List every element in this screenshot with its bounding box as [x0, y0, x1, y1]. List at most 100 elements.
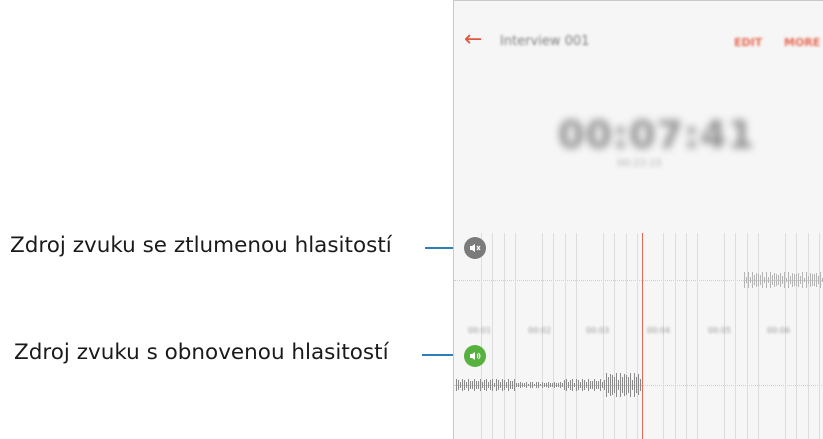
waveform-bar — [510, 380, 511, 390]
waveform-bar — [464, 380, 465, 390]
waveform-bar — [482, 381, 483, 389]
waveform-bar — [538, 382, 539, 388]
waveform-bar — [748, 272, 749, 288]
waveform-bar — [492, 379, 493, 391]
back-arrow-icon[interactable]: ← — [464, 29, 486, 51]
waveform-bar — [638, 374, 639, 396]
waveform-bar — [506, 381, 507, 389]
waveform-bar — [548, 382, 549, 388]
waveform-bar — [818, 276, 819, 284]
grid-line — [542, 233, 543, 439]
edit-button[interactable]: EDIT — [734, 36, 762, 49]
waveform-bar — [600, 379, 601, 391]
waveform-bar — [810, 272, 811, 288]
waveform-bar — [522, 383, 523, 387]
speaker-on-icon[interactable] — [464, 345, 486, 367]
waveform-bar — [494, 382, 495, 388]
waveform-bar — [554, 382, 555, 388]
waveform-bar — [788, 272, 789, 288]
waveform-bar — [512, 381, 513, 389]
waveform-bar — [618, 379, 619, 391]
time-tick: 00:05 — [708, 326, 732, 335]
waveform-bar — [460, 382, 461, 388]
waveform-bar — [806, 272, 807, 288]
waveform-bar — [778, 274, 779, 286]
grid-line — [796, 233, 797, 439]
waveform-bar — [780, 272, 781, 288]
waveform-bar — [568, 382, 569, 388]
waveform-bar — [486, 379, 487, 391]
waveform-bar — [520, 382, 521, 388]
grid-line — [553, 233, 554, 439]
waveform-area[interactable] — [454, 233, 823, 439]
grid-line — [626, 233, 627, 439]
time-tick: 00:03 — [586, 326, 610, 335]
waveform-bar — [626, 374, 627, 396]
waveform-bar — [786, 277, 787, 283]
grid-line — [758, 233, 759, 439]
waveform-bar — [808, 275, 809, 285]
waveform-bar — [802, 272, 803, 288]
grid-line — [492, 233, 493, 439]
speaker-muted-icon[interactable] — [464, 237, 486, 259]
waveform-bar — [566, 379, 567, 391]
grid-line — [785, 233, 786, 439]
waveform-bar — [472, 381, 473, 389]
more-button[interactable]: MORE — [784, 36, 820, 49]
waveform-bar — [516, 383, 517, 387]
waveform-bar — [770, 272, 771, 288]
waveform-bar — [814, 274, 815, 286]
waveform-bar — [552, 383, 553, 387]
waveform-bar — [602, 381, 603, 389]
waveform-bar — [616, 373, 617, 397]
waveform-bar — [590, 380, 591, 390]
waveform-bar — [462, 379, 463, 391]
waveform-bar — [588, 379, 589, 391]
waveform-bar — [612, 374, 613, 396]
waveform-bar — [508, 379, 509, 391]
grid-line — [697, 233, 698, 439]
waveform-bar — [774, 273, 775, 287]
waveform-bar — [570, 379, 571, 391]
waveform-bar — [540, 383, 541, 387]
waveform-bar — [752, 272, 753, 288]
grid-line — [663, 233, 664, 439]
waveform-bar — [632, 379, 633, 391]
waveform-bar — [606, 373, 607, 397]
grid-line — [724, 233, 725, 439]
elapsed-time: 00:07:41 — [558, 113, 756, 157]
waveform-bar — [536, 382, 537, 388]
waveform-bar — [502, 379, 503, 391]
waveform-bar — [744, 272, 745, 288]
recording-title: Interview 001 — [500, 34, 590, 49]
waveform-bar — [504, 380, 505, 390]
grid-line — [565, 233, 566, 439]
muted-source-callout: Zdroj zvuku se ztlumenou hlasitostí — [10, 233, 392, 258]
waveform-bar — [476, 381, 477, 389]
waveform-bar — [798, 272, 799, 288]
waveform-bar — [564, 380, 565, 390]
time-tick: 00:02 — [528, 326, 552, 335]
waveform-bar — [764, 276, 765, 284]
grid-line — [614, 233, 615, 439]
waveform-bar — [474, 379, 475, 391]
waveform-bar — [804, 277, 805, 283]
waveform-bar — [530, 382, 531, 388]
waveform-bar — [544, 382, 545, 388]
waveform-bar — [562, 383, 563, 387]
waveform-bar — [496, 379, 497, 391]
waveform-bar — [534, 383, 535, 387]
waveform-bar — [782, 276, 783, 284]
waveform-bar — [754, 275, 755, 285]
playhead[interactable] — [642, 233, 643, 439]
grid-line — [637, 233, 638, 439]
waveform-bar — [820, 272, 821, 288]
waveform-bar — [768, 277, 769, 283]
waveform-bar — [480, 379, 481, 391]
waveform-bar — [628, 376, 629, 394]
waveform-bar — [746, 276, 747, 284]
grid-line — [819, 233, 820, 439]
waveform-bar — [766, 272, 767, 288]
waveform-bar — [498, 379, 499, 391]
waveform-bar — [558, 382, 559, 388]
